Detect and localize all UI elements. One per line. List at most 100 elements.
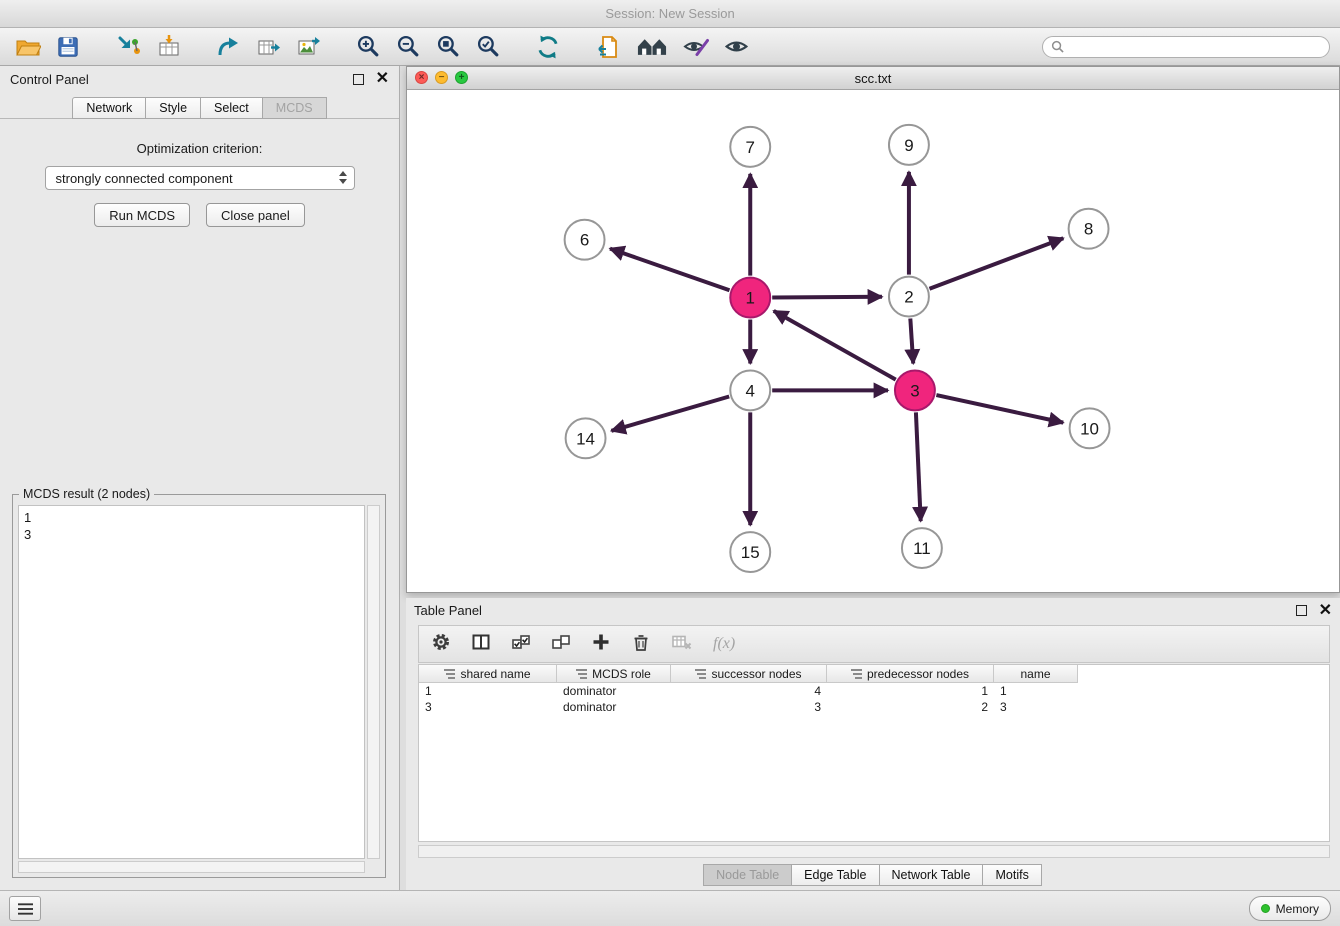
- mcds-result-list[interactable]: 1 3: [18, 505, 365, 859]
- table-settings-button[interactable]: [431, 632, 451, 657]
- cell-successor-nodes[interactable]: 3: [671, 699, 827, 715]
- column-header-icon: [695, 669, 706, 679]
- cell-shared-name[interactable]: 3: [419, 699, 557, 715]
- memory-button[interactable]: Memory: [1249, 896, 1331, 921]
- import-network-button[interactable]: [110, 31, 146, 63]
- cell-name[interactable]: 1: [994, 683, 1078, 699]
- graph-edge-3-11[interactable]: [916, 412, 921, 521]
- criterion-dropdown[interactable]: strongly connected component: [45, 166, 355, 190]
- hide-details-button[interactable]: [678, 31, 714, 63]
- graph-node-8[interactable]: 8: [1069, 209, 1109, 249]
- close-panel-button[interactable]: Close panel: [206, 203, 305, 227]
- zoom-in-button[interactable]: [350, 31, 386, 63]
- vertical-scrollbar[interactable]: [367, 505, 380, 859]
- graph-node-9[interactable]: 9: [889, 125, 929, 165]
- unchecked-boxes-icon: [551, 632, 571, 652]
- window-zoom-button[interactable]: +: [455, 71, 468, 84]
- graph-edge-4-14[interactable]: [611, 396, 729, 430]
- graph-edge-3-10[interactable]: [936, 395, 1063, 423]
- graph-edge-2-8[interactable]: [929, 238, 1063, 289]
- cell-predecessor-nodes[interactable]: 1: [827, 683, 994, 699]
- search-input[interactable]: [1070, 39, 1321, 55]
- table-row[interactable]: 3 dominator 3 2 3: [419, 699, 1329, 715]
- zoom-selected-button[interactable]: [470, 31, 506, 63]
- float-table-panel-icon[interactable]: [1296, 605, 1307, 616]
- column-header-mcds-role[interactable]: MCDS role: [557, 665, 671, 683]
- tab-network-table[interactable]: Network Table: [879, 864, 984, 886]
- zoom-out-button[interactable]: [390, 31, 426, 63]
- cell-mcds-role[interactable]: dominator: [557, 699, 671, 715]
- export-image-button[interactable]: [290, 31, 326, 63]
- show-details-button[interactable]: [718, 31, 754, 63]
- horizontal-scrollbar[interactable]: [418, 845, 1330, 858]
- graph-node-4[interactable]: 4: [730, 370, 770, 410]
- export-table-button[interactable]: [250, 31, 286, 63]
- graph-node-7[interactable]: 7: [730, 127, 770, 167]
- tab-mcds[interactable]: MCDS: [262, 97, 327, 119]
- column-header-icon: [444, 669, 455, 679]
- table-row[interactable]: 1 dominator 4 1 1: [419, 683, 1329, 699]
- window-minimize-button[interactable]: −: [435, 71, 448, 84]
- delete-column-button[interactable]: [631, 632, 651, 657]
- cell-shared-name[interactable]: 1: [419, 683, 557, 699]
- tab-network[interactable]: Network: [72, 97, 146, 119]
- save-floppy-icon: [56, 35, 80, 59]
- graph-node-10[interactable]: 10: [1070, 408, 1110, 448]
- graph-node-15[interactable]: 15: [730, 532, 770, 572]
- graph-edge-1-2[interactable]: [772, 297, 882, 298]
- select-all-button[interactable]: [511, 632, 531, 657]
- delete-table-button[interactable]: [671, 632, 693, 657]
- open-file-button[interactable]: [10, 31, 46, 63]
- column-header-shared-name[interactable]: shared name: [419, 665, 557, 683]
- function-builder-button[interactable]: f(x): [713, 635, 735, 653]
- cell-predecessor-nodes[interactable]: 2: [827, 699, 994, 715]
- graph-edge-3-1[interactable]: [774, 311, 896, 380]
- graph-node-14[interactable]: 14: [566, 418, 606, 458]
- save-session-button[interactable]: [50, 31, 86, 63]
- tab-node-table[interactable]: Node Table: [703, 864, 792, 886]
- add-column-button[interactable]: [591, 632, 611, 657]
- apply-preferred-layout-button[interactable]: [530, 31, 566, 63]
- column-header-successor-nodes[interactable]: successor nodes: [671, 665, 827, 683]
- close-panel-icon[interactable]: ✕: [376, 72, 389, 86]
- cell-mcds-role[interactable]: dominator: [557, 683, 671, 699]
- tab-motifs[interactable]: Motifs: [982, 864, 1041, 886]
- tab-edge-table[interactable]: Edge Table: [791, 864, 879, 886]
- column-header-name[interactable]: name: [994, 665, 1078, 683]
- table-header-row: shared name MCDS role successor nodes: [419, 665, 1329, 683]
- tab-style[interactable]: Style: [145, 97, 201, 119]
- cell-name[interactable]: 3: [994, 699, 1078, 715]
- column-header-predecessor-nodes[interactable]: predecessor nodes: [827, 665, 994, 683]
- tab-select[interactable]: Select: [200, 97, 263, 119]
- import-from-document-button[interactable]: [590, 31, 626, 63]
- cell-successor-nodes[interactable]: 4: [671, 683, 827, 699]
- export-image-icon: [296, 34, 321, 59]
- network-window-titlebar[interactable]: × − + scc.txt: [407, 67, 1339, 90]
- export-network-button[interactable]: [210, 31, 246, 63]
- graph-edge-2-3[interactable]: [910, 319, 913, 364]
- graph-edge-1-6[interactable]: [610, 249, 729, 291]
- graph-node-11[interactable]: 11: [902, 528, 942, 568]
- horizontal-scrollbar[interactable]: [18, 861, 365, 873]
- graph-node-6[interactable]: 6: [565, 220, 605, 260]
- graph-node-1[interactable]: 1: [730, 278, 770, 318]
- deselect-all-button[interactable]: [551, 632, 571, 657]
- graph-node-3[interactable]: 3: [895, 370, 935, 410]
- task-history-button[interactable]: [9, 896, 41, 921]
- window-close-button[interactable]: ×: [415, 71, 428, 84]
- column-visibility-button[interactable]: [471, 632, 491, 657]
- memory-status-icon: [1261, 904, 1270, 913]
- graph-node-2[interactable]: 2: [889, 277, 929, 317]
- optimization-criterion-label: Optimization criterion:: [0, 141, 399, 156]
- zoom-in-icon: [356, 34, 381, 59]
- import-table-button[interactable]: [150, 31, 186, 63]
- run-mcds-button[interactable]: Run MCDS: [94, 203, 190, 227]
- first-neighbors-button[interactable]: [630, 31, 674, 63]
- zoom-fit-button[interactable]: [430, 31, 466, 63]
- graph-node-label: 3: [910, 381, 919, 400]
- main-toolbar: [0, 28, 1340, 66]
- search-box[interactable]: [1042, 36, 1330, 58]
- network-canvas[interactable]: 7 9 6 8 1 2 4 3 14 10 15 11: [407, 89, 1339, 592]
- float-panel-icon[interactable]: [353, 74, 364, 85]
- close-table-panel-icon[interactable]: ✕: [1319, 604, 1332, 618]
